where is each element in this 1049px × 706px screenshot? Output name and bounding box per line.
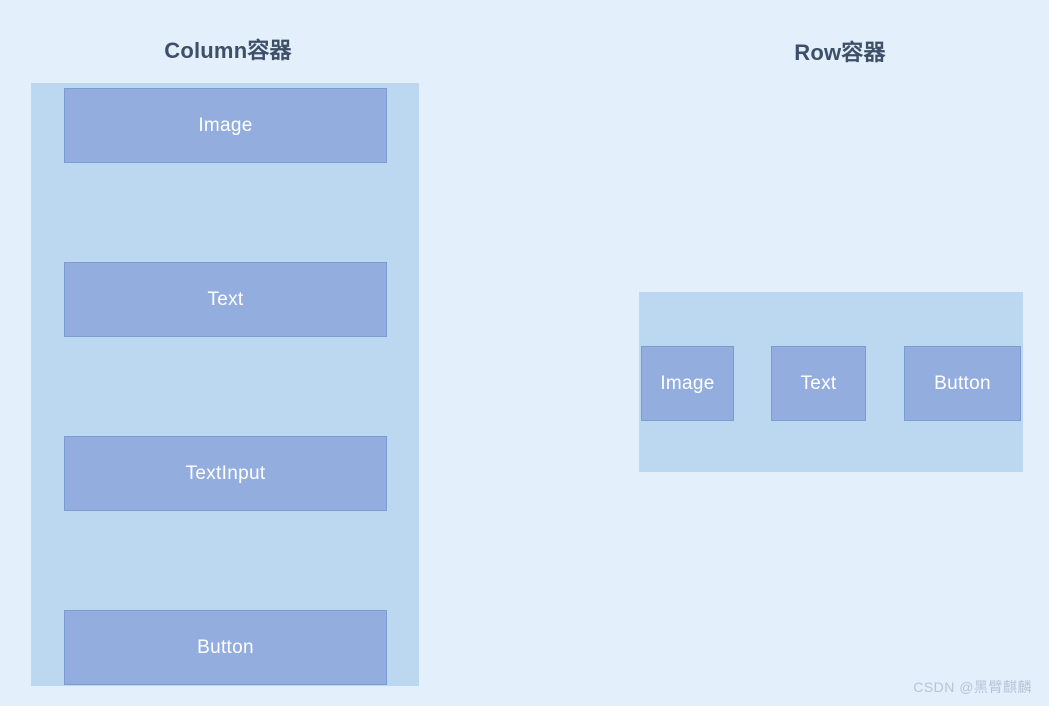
row-child-button-label: Button bbox=[934, 372, 991, 394]
row-container: Image Text Button bbox=[639, 292, 1023, 472]
row-child-button[interactable]: Button bbox=[904, 346, 1021, 421]
csdn-watermark: CSDN @黑臂麒麟 bbox=[913, 679, 1032, 695]
column-panel-title: Column容器 bbox=[164, 38, 292, 63]
column-child-text[interactable]: Text bbox=[64, 262, 387, 337]
row-panel-title: Row容器 bbox=[794, 40, 886, 65]
row-child-text[interactable]: Text bbox=[771, 346, 866, 421]
row-child-image-label: Image bbox=[660, 372, 715, 394]
column-child-image[interactable]: Image bbox=[64, 88, 387, 163]
column-child-textinput[interactable]: TextInput bbox=[64, 436, 387, 511]
column-child-textinput-label: TextInput bbox=[185, 462, 266, 484]
column-child-button[interactable]: Button bbox=[64, 610, 387, 685]
row-child-image[interactable]: Image bbox=[641, 346, 734, 421]
row-child-text-label: Text bbox=[800, 372, 837, 394]
diagram-stage: Column容器 Image Text TextInput Button Row… bbox=[0, 0, 1049, 706]
column-child-text-label: Text bbox=[207, 288, 244, 310]
column-child-image-label: Image bbox=[198, 114, 253, 136]
column-child-button-label: Button bbox=[197, 636, 254, 658]
column-container: Image Text TextInput Button bbox=[31, 83, 419, 686]
